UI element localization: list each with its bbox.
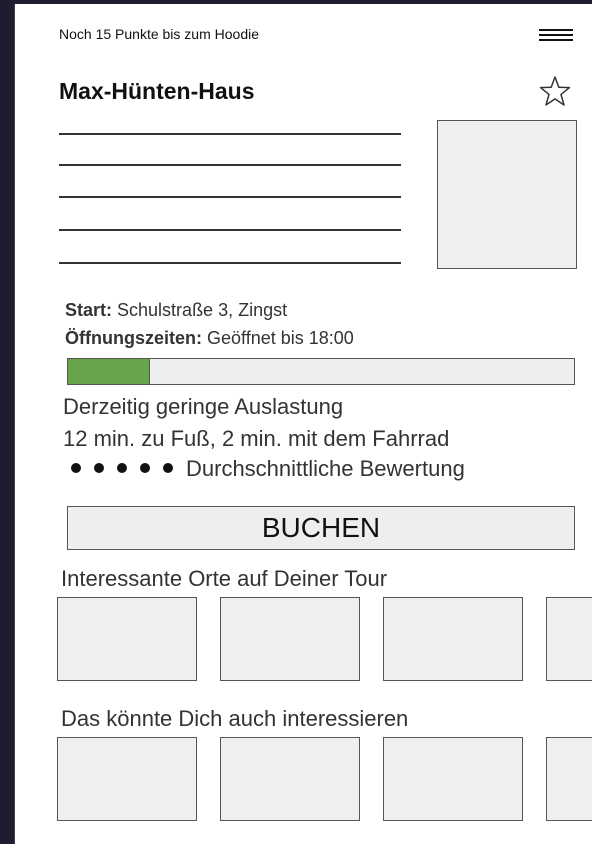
tour-place-tile[interactable] [220,597,360,681]
page-title: Max-Hünten-Haus [59,78,255,104]
recommendations-heading: Das könnte Dich auch interessieren [61,706,409,731]
start-value: Schulstraße 3, Zingst [117,300,288,320]
hours-value: Geöffnet bis 18:00 [207,328,354,348]
recommendation-tile[interactable] [57,737,197,821]
rating-dot [117,463,127,473]
rating-dot [94,463,104,473]
description-placeholder-line [59,262,401,264]
favorite-star-icon[interactable] [537,74,573,110]
rating-row: Durchschnittliche Bewertung [71,456,465,482]
occupancy-bar-fill [68,359,150,384]
app-screen: Noch 15 Punkte bis zum Hoodie Max-Hünten… [14,4,592,844]
points-promo-text: Noch 15 Punkte bis zum Hoodie [59,26,259,42]
recommendation-tile[interactable] [383,737,523,821]
start-address: Start: Schulstraße 3, Zingst [65,300,287,321]
tour-place-tile[interactable] [546,597,592,681]
travel-time-text: 12 min. zu Fuß, 2 min. mit dem Fahrrad [63,426,450,451]
start-label: Start: [65,300,113,320]
rating-dot [140,463,150,473]
rating-text: Durchschnittliche Bewertung [186,456,465,481]
rating-dot [71,463,81,473]
recommendation-tile[interactable] [220,737,360,821]
description-placeholder-line [59,164,401,166]
rating-dot [163,463,173,473]
place-image-placeholder [437,120,577,269]
book-button[interactable]: BUCHEN [67,506,575,550]
rating-dots [71,456,186,481]
description-placeholder-line [59,196,401,198]
tour-places-heading: Interessante Orte auf Deiner Tour [61,566,388,591]
description-placeholder-line [59,133,401,135]
hours-label: Öffnungszeiten: [65,328,202,348]
tour-place-tile[interactable] [57,597,197,681]
recommendation-tile[interactable] [546,737,592,821]
occupancy-bar [67,358,575,385]
hamburger-menu-icon[interactable] [539,28,573,42]
occupancy-text: Derzeitig geringe Auslastung [63,394,344,419]
opening-hours: Öffnungszeiten: Geöffnet bis 18:00 [65,328,354,349]
description-placeholder-line [59,229,401,231]
tour-place-tile[interactable] [383,597,523,681]
